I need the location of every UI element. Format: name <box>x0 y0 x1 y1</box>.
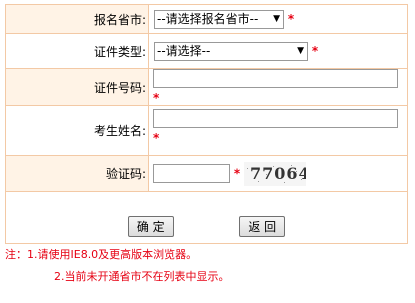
query-form: 报名省市: --请选择报名省市-- ▼ * 证件类型: --请选择-- ▼ * … <box>5 4 408 244</box>
note-line-2: 2.当前未开通省市不在列表中显示。 <box>54 270 230 283</box>
id-type-select-value: --请选择-- <box>157 43 211 58</box>
required-mark: * <box>311 43 319 58</box>
province-label: 报名省市: <box>5 4 149 34</box>
note-line-1: 注：1.请使用IE8.0及更高版本浏览器。 <box>5 248 198 261</box>
captcha-input[interactable] <box>153 164 230 183</box>
name-label: 考生姓名: <box>5 105 149 156</box>
id-type-label: 证件类型: <box>5 33 149 69</box>
chevron-down-icon: ▼ <box>297 45 304 56</box>
back-button[interactable]: 返 回 <box>239 216 286 237</box>
name-input[interactable] <box>153 109 398 128</box>
required-mark: * <box>233 166 241 180</box>
confirm-button[interactable]: 确 定 <box>127 216 174 237</box>
captcha-image[interactable]: 77064 <box>243 161 306 186</box>
id-type-select[interactable]: --请选择-- ▼ <box>154 41 308 61</box>
chevron-down-icon: ▼ <box>273 13 280 24</box>
notes: 注：1.请使用IE8.0及更高版本浏览器。 2.当前未开通省市不在列表中显示。 <box>5 243 408 284</box>
required-mark: * <box>153 131 160 145</box>
province-select-value: --请选择报名省市-- <box>157 11 259 26</box>
id-number-input[interactable] <box>153 69 398 88</box>
id-number-label: 证件号码: <box>5 68 149 106</box>
captcha-label: 验证码: <box>5 155 149 192</box>
required-mark: * <box>287 11 295 26</box>
required-mark: * <box>153 91 160 105</box>
province-select[interactable]: --请选择报名省市-- ▼ <box>154 9 284 29</box>
